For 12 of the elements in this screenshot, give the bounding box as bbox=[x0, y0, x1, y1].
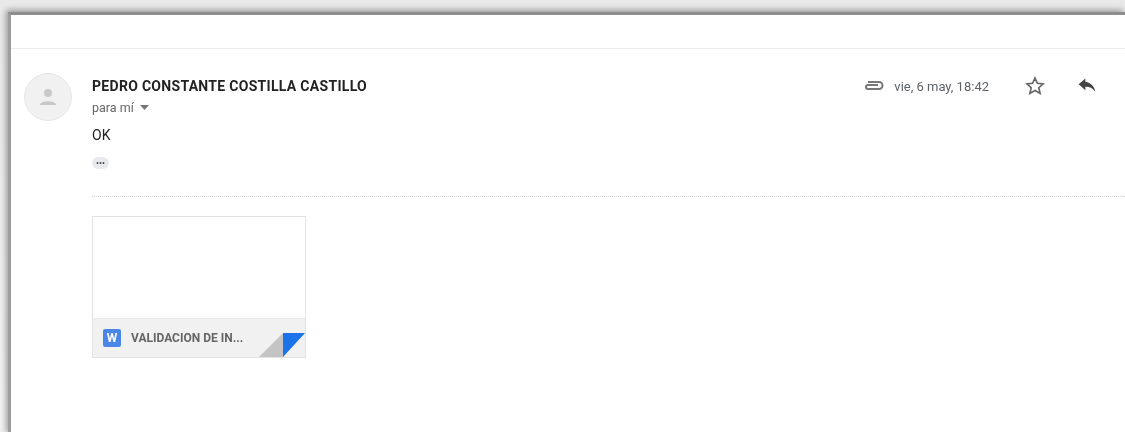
show-trimmed-button[interactable]: ••• bbox=[92, 157, 110, 169]
attachment-card[interactable]: W VALIDACION DE IN... bbox=[92, 216, 306, 358]
message-body: OK bbox=[92, 127, 112, 143]
attachment-name: VALIDACION DE IN... bbox=[131, 331, 244, 345]
message-date: vie, 6 may, 18:42 bbox=[894, 78, 989, 94]
person-icon bbox=[38, 87, 58, 107]
star-button[interactable] bbox=[1025, 76, 1045, 96]
sender-name: PEDRO CONSTANTE COSTILLA CASTILLO bbox=[92, 78, 368, 94]
dropdown-caret-icon[interactable] bbox=[139, 105, 149, 110]
word-file-icon: W bbox=[103, 329, 121, 347]
recipient-label: para mí bbox=[92, 100, 134, 115]
page-curl-icon bbox=[259, 333, 305, 357]
